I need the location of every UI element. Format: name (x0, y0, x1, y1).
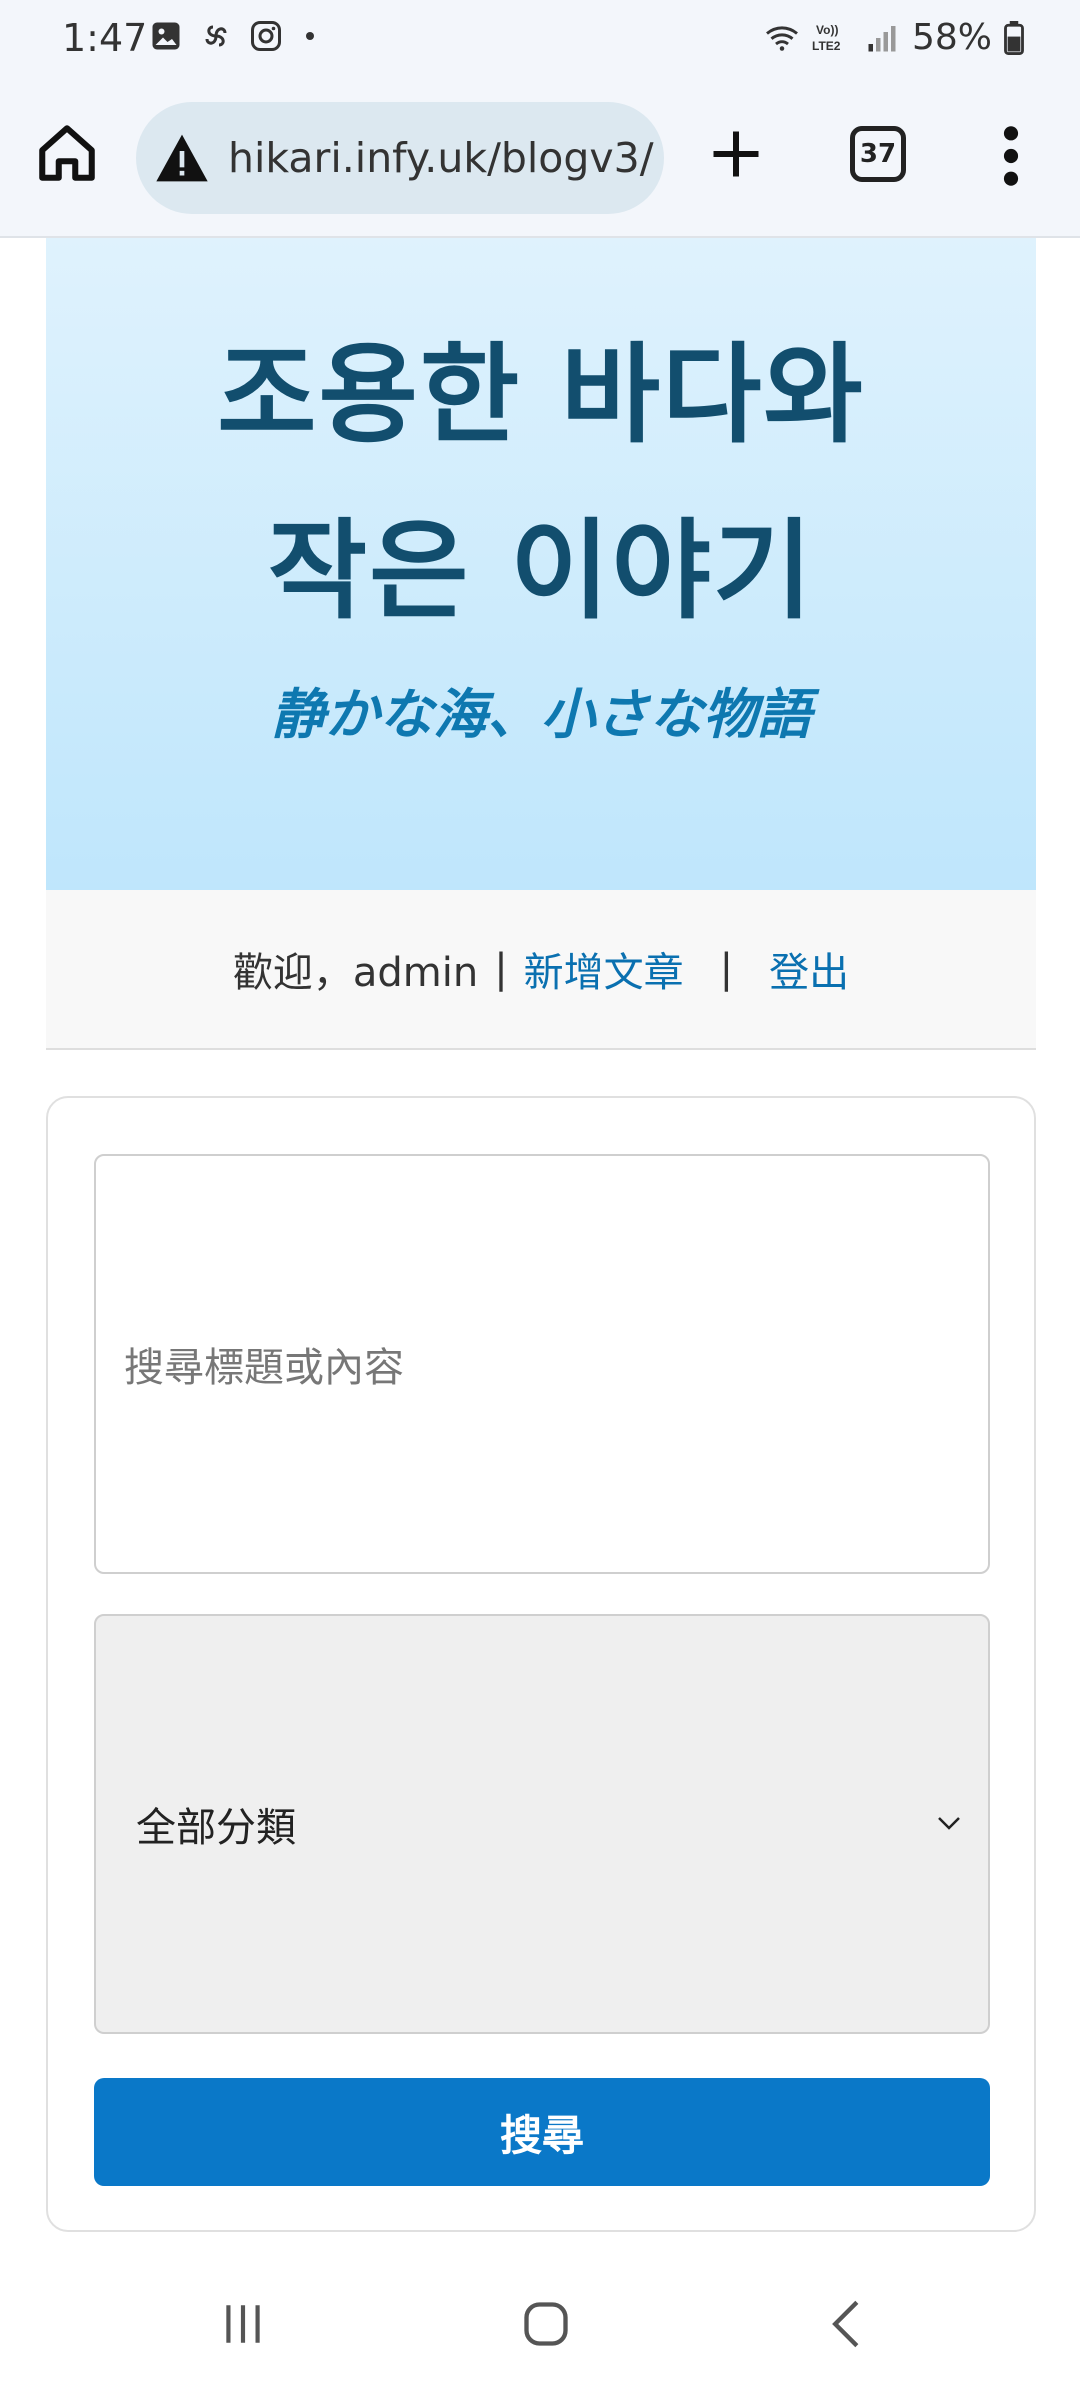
welcome-text: 歡迎，admin (232, 950, 479, 996)
blog-header: 조용한 바다와 작은 이야기 静かな海、小さな物語 (46, 238, 1036, 890)
home-nav-icon[interactable] (520, 2298, 572, 2350)
category-select[interactable]: 全部分類 (94, 1614, 990, 2034)
new-post-link[interactable]: 新增文章 (524, 940, 684, 998)
tab-switcher-button[interactable]: 37 (850, 126, 906, 182)
status-bar: 1:47 Vo)) LTE2 58% (0, 0, 1080, 78)
browser-toolbar: hikari.infy.uk/blogv3/ 37 (0, 78, 1080, 238)
dot-icon (306, 32, 314, 40)
signal-icon (868, 26, 896, 52)
blog-subtitle: 静かな海、小さな物語 (271, 683, 811, 746)
web-page: 조용한 바다와 작은 이야기 静かな海、小さな物語 歡迎，admin | 新增文… (0, 238, 1080, 2248)
category-selected-value: 全部分類 (136, 1805, 296, 1851)
svg-text:LTE2: LTE2 (812, 39, 841, 53)
svg-text:Vo)): Vo)) (816, 23, 838, 37)
separator: | (494, 946, 508, 992)
instagram-icon (251, 21, 281, 51)
system-icons: Vo)) LTE2 58% (764, 12, 1024, 64)
volte-icon: Vo)) LTE2 (812, 23, 841, 53)
blog-title-line2: 작은 이야기 (267, 509, 815, 634)
recent-apps-icon[interactable] (218, 2298, 268, 2350)
logout-link[interactable]: 登出 (769, 940, 849, 998)
blog-title: 조용한 바다와 작은 이야기 (46, 308, 1036, 660)
user-bar: 歡迎，admin | 新增文章 | 登出 (46, 890, 1036, 1050)
battery-percent: 58% (911, 17, 992, 58)
notification-icons (148, 18, 322, 54)
search-input[interactable]: 搜尋標題或內容 (94, 1154, 990, 1574)
search-button[interactable]: 搜尋 (94, 2078, 990, 2186)
wifi-icon (766, 26, 798, 51)
chevron-down-icon (938, 1817, 960, 1830)
battery-icon (1004, 21, 1024, 55)
back-icon[interactable] (826, 2298, 866, 2350)
new-tab-icon[interactable] (706, 124, 766, 184)
separator: | (719, 946, 734, 992)
address-bar[interactable]: hikari.infy.uk/blogv3/ (136, 102, 664, 214)
home-icon[interactable] (34, 120, 100, 186)
pinwheel-icon (205, 25, 227, 47)
system-nav-bar (0, 2248, 1080, 2400)
status-time: 1:47 (62, 16, 148, 60)
blog-title-line1: 조용한 바다와 (217, 333, 865, 458)
more-menu-icon[interactable] (996, 122, 1026, 190)
search-form: 搜尋標題或內容 全部分類 搜尋 (46, 1096, 1036, 2232)
warning-icon[interactable] (154, 132, 210, 184)
search-placeholder: 搜尋標題或內容 (124, 1345, 404, 1391)
gallery-icon (152, 22, 180, 50)
url-text: hikari.infy.uk/blogv3/ (228, 134, 654, 182)
